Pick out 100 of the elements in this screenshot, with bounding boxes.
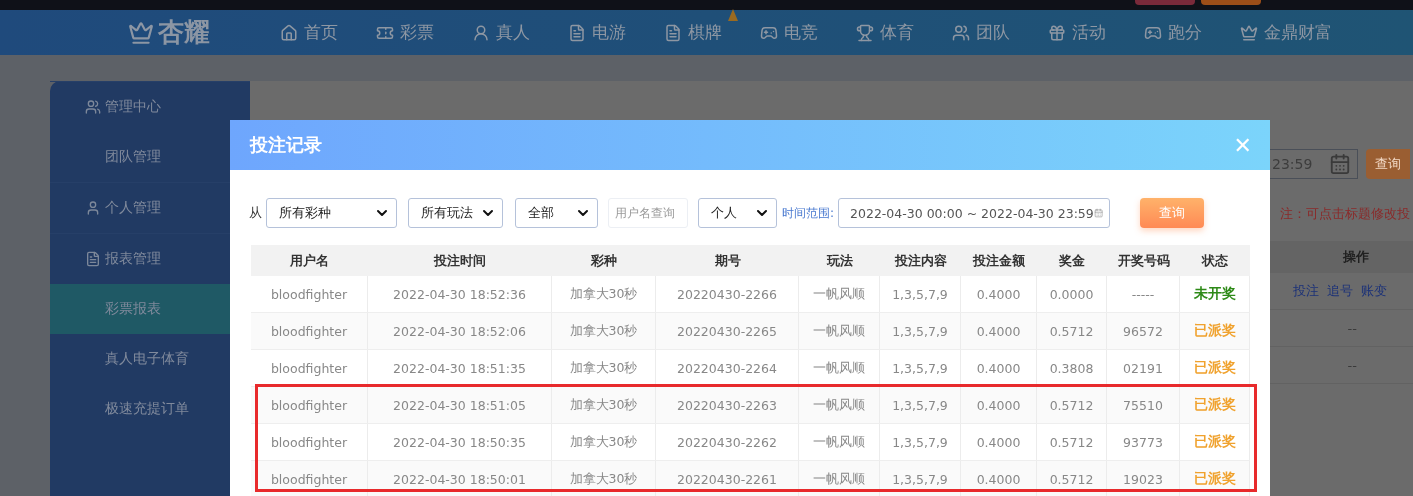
table-cell: 0.3808 xyxy=(1037,350,1107,386)
nav-label: 电游 xyxy=(592,21,626,44)
table-cell: 1,3,5,7,9 xyxy=(880,276,961,312)
status-text: 已派奖 xyxy=(1193,396,1236,414)
users-icon xyxy=(952,23,970,42)
from-label: 从 xyxy=(249,204,262,222)
note-text: 注：可点击标题修改投 xyxy=(1280,205,1411,223)
table-cell: 96572 xyxy=(1107,313,1180,349)
column-header: 投注金额 xyxy=(971,251,1026,270)
status-text: 已派奖 xyxy=(1193,433,1236,451)
table-cell: 加拿大30秒 xyxy=(552,276,656,312)
table-cell: bloodfighter xyxy=(251,313,368,349)
column-header: 彩种 xyxy=(590,251,618,270)
query-button[interactable]: 查询 xyxy=(1366,149,1410,179)
select-dropdown[interactable]: 所有玩法 xyxy=(408,198,503,228)
user-icon xyxy=(85,200,101,216)
table-cell: 1,3,5,7,9 xyxy=(880,461,961,496)
nav-item[interactable]: 棋牌 xyxy=(664,21,722,44)
nav-item[interactable]: 团队 xyxy=(952,21,1010,44)
table-cell: ----- xyxy=(1107,276,1180,312)
table-cell: 一帆风顺 xyxy=(799,313,880,349)
table-cell: 1,3,5,7,9 xyxy=(880,313,961,349)
table-cell: bloodfighter xyxy=(251,276,368,312)
status-text: 已派奖 xyxy=(1193,322,1236,340)
table-cell: 93773 xyxy=(1107,424,1180,460)
table-cell: 0.0000 xyxy=(1037,276,1107,312)
table-cell: 20220430-2262 xyxy=(656,424,799,460)
column-header: 期号 xyxy=(713,251,742,270)
username-field[interactable]: 用户名查询 xyxy=(608,198,688,228)
nav-item[interactable]: 首页 xyxy=(280,21,338,44)
nav-label: 电竞 xyxy=(784,21,818,44)
table-cell: 20220430-2261 xyxy=(656,461,799,496)
table-cell: 0.4000 xyxy=(961,424,1037,460)
table-cell: -- xyxy=(1347,320,1357,336)
table-cell: 02191 xyxy=(1107,350,1180,386)
nav-item[interactable]: 彩票 xyxy=(376,21,434,44)
nav-item[interactable]: 活动 xyxy=(1048,21,1106,44)
crown-icon xyxy=(1240,23,1258,42)
table-cell: 2022-04-30 18:52:06 xyxy=(368,313,552,349)
nav-label: 活动 xyxy=(1072,21,1106,44)
query-button[interactable]: 查询 xyxy=(1140,198,1205,228)
status-text: 已派奖 xyxy=(1193,359,1236,377)
table-cell: 加拿大30秒 xyxy=(552,313,656,349)
select-dropdown[interactable]: 全部 xyxy=(515,198,598,228)
table-cell: 一帆风顺 xyxy=(799,350,880,386)
header-button[interactable] xyxy=(1135,0,1195,5)
range-label: 时间范围: xyxy=(782,204,835,222)
action-link[interactable]: 账变 xyxy=(1361,282,1387,300)
table-cell: 一帆风顺 xyxy=(799,276,880,312)
column-header: 投注时间 xyxy=(432,251,487,270)
table-cell: 一帆风顺 xyxy=(799,424,880,460)
table-cell: 一帆风顺 xyxy=(799,461,880,496)
table-cell: 0.4000 xyxy=(961,350,1037,386)
nav-item[interactable]: 金鼎财富 xyxy=(1240,21,1332,44)
column-header: 奖金 xyxy=(1058,251,1086,270)
header-button[interactable] xyxy=(1201,0,1261,5)
table-cell: 2022-04-30 18:51:35 xyxy=(368,350,552,386)
table-cell: 加拿大30秒 xyxy=(552,350,656,386)
status-text: 未开奖 xyxy=(1193,285,1236,303)
nav-label: 跑分 xyxy=(1168,21,1202,44)
table-cell: -- xyxy=(1347,357,1357,373)
users-icon xyxy=(85,99,101,115)
table-cell: 0.4000 xyxy=(961,461,1037,496)
document-icon xyxy=(85,251,101,267)
table-cell: 20220430-2265 xyxy=(656,313,799,349)
select-dropdown[interactable]: 个人 xyxy=(698,198,777,228)
nav-label: 体育 xyxy=(880,21,914,44)
nav-item[interactable]: 体育 xyxy=(856,21,914,44)
table-cell: bloodfighter xyxy=(251,424,368,460)
nav-item[interactable]: 电游 xyxy=(568,21,626,44)
action-link[interactable]: 追号 xyxy=(1327,282,1353,300)
action-link[interactable]: 投注 xyxy=(1293,282,1319,300)
nav-item[interactable]: 真人 xyxy=(472,21,530,44)
table-cell: 0.5712 xyxy=(1037,313,1107,349)
table-cell: 2022-04-30 18:52:36 xyxy=(368,276,552,312)
close-button[interactable]: ✕ xyxy=(1233,132,1252,158)
nav-label: 金鼎财富 xyxy=(1264,21,1332,44)
home-icon xyxy=(280,23,298,42)
table-cell: 19023 xyxy=(1107,461,1180,496)
nav-label: 棋牌 xyxy=(688,21,722,44)
table-cell: 加拿大30秒 xyxy=(552,461,656,496)
logo[interactable]: 杏耀 xyxy=(128,15,210,50)
table-header: 操作 xyxy=(1270,241,1413,273)
table-cell: 2022-04-30 18:50:35 xyxy=(368,424,552,460)
table-cell: 加拿大30秒 xyxy=(552,424,656,460)
table-cell: bloodfighter xyxy=(251,461,368,496)
table-cell: 0.4000 xyxy=(961,276,1037,312)
trophy-icon xyxy=(856,23,874,42)
table-cell: 0.5712 xyxy=(1037,461,1107,496)
nav-item[interactable]: 跑分 xyxy=(1144,21,1202,44)
calendar-icon xyxy=(1329,153,1351,175)
document-icon xyxy=(664,23,682,42)
column-header: 状态 xyxy=(1200,251,1229,270)
date-range-field[interactable]: 2022-04-30 00:00 ~ 2022-04-30 23:59 xyxy=(838,198,1111,228)
table-cell: 1,3,5,7,9 xyxy=(880,424,961,460)
column-header: 开奖号码 xyxy=(1116,251,1171,270)
table-cell: 0.4000 xyxy=(961,313,1037,349)
nav-item[interactable]: 电竞 xyxy=(760,21,818,44)
table-cell: 20220430-2264 xyxy=(656,350,799,386)
select-dropdown[interactable]: 所有彩种 xyxy=(266,198,397,228)
